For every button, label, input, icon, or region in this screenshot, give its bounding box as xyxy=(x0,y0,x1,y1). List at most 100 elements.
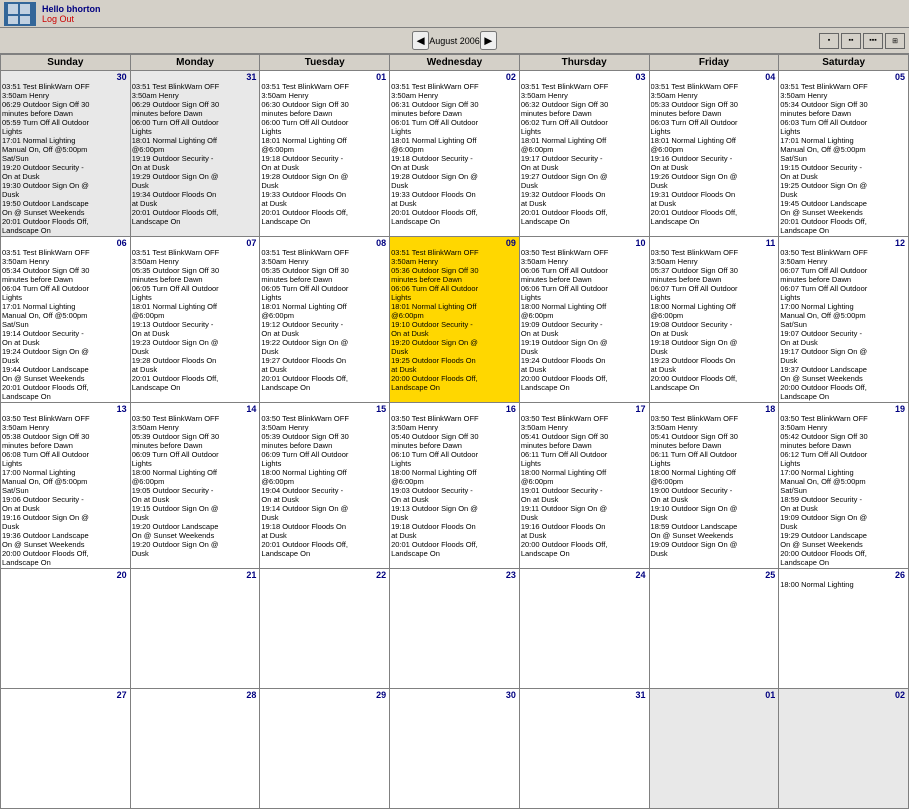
event-item: @6:00pm xyxy=(261,145,388,154)
calendar-cell[interactable]: 1503:50 Test BlinkWarn OFF3:50am Henry05… xyxy=(260,403,390,569)
event-item: at Dusk xyxy=(521,199,648,208)
event-item: 19:23 Outdoor Sign On @ xyxy=(132,338,259,347)
view-month-button[interactable]: ▪▪▪ xyxy=(863,33,883,49)
event-item: 19:24 Outdoor Sign On @ xyxy=(2,347,129,356)
event-item: Landscape On xyxy=(132,383,259,392)
calendar-cell[interactable]: 02 xyxy=(779,689,909,809)
calendar-cell[interactable]: 23 xyxy=(390,569,520,689)
event-item: On at Dusk xyxy=(391,495,518,504)
calendar-cell[interactable]: 31 xyxy=(519,689,649,809)
cell-date-number: 31 xyxy=(521,690,648,700)
event-item: On at Dusk xyxy=(651,329,778,338)
cell-events: 03:50 Test BlinkWarn OFF3:50am Henry05:3… xyxy=(261,414,388,558)
calendar-cell[interactable]: 21 xyxy=(130,569,260,689)
event-item: 18:01 Normal Lighting Off xyxy=(261,136,388,145)
calendar-cell[interactable]: 0203:51 Test BlinkWarn OFF3:50am Henry06… xyxy=(390,71,520,237)
event-item: Dusk xyxy=(2,522,129,531)
event-item: 19:13 Outdoor Sign On @ xyxy=(391,504,518,513)
event-item: 05:39 Outdoor Sign Off 30 xyxy=(261,432,388,441)
calendar-cell[interactable]: 01 xyxy=(649,689,779,809)
logout-link[interactable]: Log Out xyxy=(42,14,101,24)
calendar-cell[interactable]: 0803:51 Test BlinkWarn OFF3:50am Henry05… xyxy=(260,237,390,403)
calendar-cell[interactable]: 0503:51 Test BlinkWarn OFF3:50am Henry05… xyxy=(779,71,909,237)
calendar-cell[interactable]: 1003:50 Test BlinkWarn OFF3:50am Henry06… xyxy=(519,237,649,403)
event-item: 19:37 Outdoor Landscape xyxy=(780,365,907,374)
calendar-cell[interactable]: 1703:50 Test BlinkWarn OFF3:50am Henry05… xyxy=(519,403,649,569)
calendar-cell[interactable]: 3003:51 Test BlinkWarn OFF3:50am Henry06… xyxy=(1,71,131,237)
calendar-cell[interactable]: 1203:50 Test BlinkWarn OFF3:50am Henry06… xyxy=(779,237,909,403)
calendar-cell[interactable]: 27 xyxy=(1,689,131,809)
calendar-week-row: 3003:51 Test BlinkWarn OFF3:50am Henry06… xyxy=(1,71,909,237)
event-item: 3:50am Henry xyxy=(651,423,778,432)
event-item: Lights xyxy=(780,459,907,468)
event-item: 06:07 Turn Off All Outdoor xyxy=(651,284,778,293)
event-item: Lights xyxy=(651,127,778,136)
calendar-cell[interactable]: 0603:51 Test BlinkWarn OFF3:50am Henry05… xyxy=(1,237,131,403)
calendar-cell[interactable]: 1903:50 Test BlinkWarn OFF3:50am Henry05… xyxy=(779,403,909,569)
calendar-cell[interactable]: 1403:50 Test BlinkWarn OFF3:50am Henry05… xyxy=(130,403,260,569)
event-item: On at Dusk xyxy=(2,172,129,181)
event-item: On at Dusk xyxy=(261,163,388,172)
event-item: 06:08 Turn Off All Outdoor xyxy=(2,450,129,459)
view-day-button[interactable]: ▪ xyxy=(819,33,839,49)
calendar-cell[interactable]: 28 xyxy=(130,689,260,809)
calendar-cell[interactable]: 1103:50 Test BlinkWarn OFF3:50am Henry05… xyxy=(649,237,779,403)
calendar-cell[interactable]: 29 xyxy=(260,689,390,809)
calendar-cell[interactable]: 22 xyxy=(260,569,390,689)
event-item: Lights xyxy=(261,459,388,468)
calendar-cell[interactable]: 24 xyxy=(519,569,649,689)
event-item: On at Dusk xyxy=(521,329,648,338)
cell-events: 03:50 Test BlinkWarn OFF3:50am Henry05:3… xyxy=(132,414,259,558)
event-item: Sat/Sun xyxy=(780,154,907,163)
event-item: 3:50am Henry xyxy=(521,91,648,100)
event-item: 3:50am Henry xyxy=(2,423,129,432)
event-item: On at Dusk xyxy=(780,172,907,181)
event-item: 19:22 Outdoor Sign On @ xyxy=(261,338,388,347)
cell-events: 03:50 Test BlinkWarn OFF3:50am Henry05:3… xyxy=(651,248,778,392)
event-item: Lights xyxy=(132,293,259,302)
next-month-button[interactable]: ► xyxy=(480,31,497,50)
event-item: minutes before Dawn xyxy=(132,109,259,118)
calendar-cell[interactable]: 1803:50 Test BlinkWarn OFF3:50am Henry05… xyxy=(649,403,779,569)
day-header-sunday: Sunday xyxy=(1,55,131,71)
event-item: 19:20 Outdoor Landscape xyxy=(132,522,259,531)
event-item: 3:50am Henry xyxy=(132,257,259,266)
calendar-cell[interactable]: 0303:51 Test BlinkWarn OFF3:50am Henry06… xyxy=(519,71,649,237)
cell-date-number: 07 xyxy=(132,238,259,248)
event-item: at Dusk xyxy=(261,365,388,374)
calendar-cell[interactable]: 3103:51 Test BlinkWarn OFF3:50am Henry06… xyxy=(130,71,260,237)
event-item: Landscape On xyxy=(521,217,648,226)
calendar-cell[interactable]: 30 xyxy=(390,689,520,809)
event-item: 19:19 Outdoor Security - xyxy=(132,154,259,163)
event-item: @6:00pm xyxy=(521,477,648,486)
event-item: 20:00 Outdoor Floods Off, xyxy=(780,549,907,558)
view-week-button[interactable]: ▪▪ xyxy=(841,33,861,49)
calendar-cell[interactable]: 0103:51 Test BlinkWarn OFF3:50am Henry06… xyxy=(260,71,390,237)
event-item: 05:34 Outdoor Sign Off 30 xyxy=(780,100,907,109)
calendar-cell[interactable]: 1603:50 Test BlinkWarn OFF3:50am Henry05… xyxy=(390,403,520,569)
event-item: On at Dusk xyxy=(521,163,648,172)
view-year-button[interactable]: ⊞ xyxy=(885,33,905,49)
calendar-cell[interactable]: 2618:00 Normal Lighting xyxy=(779,569,909,689)
calendar-cell[interactable]: 1303:50 Test BlinkWarn OFF3:50am Henry05… xyxy=(1,403,131,569)
event-item: 03:50 Test BlinkWarn OFF xyxy=(261,414,388,423)
event-item: 20:01 Outdoor Floods Off, xyxy=(391,208,518,217)
event-item: minutes before Dawn xyxy=(521,275,648,284)
calendar-cell[interactable]: 0903:51 Test BlinkWarn OFF3:50am Henry05… xyxy=(390,237,520,403)
calendar-cell[interactable]: 20 xyxy=(1,569,131,689)
event-item: On at Dusk xyxy=(132,163,259,172)
cell-date-number: 30 xyxy=(391,690,518,700)
event-item: Dusk xyxy=(780,190,907,199)
event-item: Dusk xyxy=(651,549,778,558)
calendar-cell[interactable]: 0703:51 Test BlinkWarn OFF3:50am Henry05… xyxy=(130,237,260,403)
event-item: 19:12 Outdoor Security - xyxy=(261,320,388,329)
calendar-cell[interactable]: 0403:51 Test BlinkWarn OFF3:50am Henry05… xyxy=(649,71,779,237)
prev-month-button[interactable]: ◄ xyxy=(412,31,429,50)
event-item: Dusk xyxy=(132,347,259,356)
calendar-week-row: 1303:50 Test BlinkWarn OFF3:50am Henry05… xyxy=(1,403,909,569)
event-item: 03:50 Test BlinkWarn OFF xyxy=(521,248,648,257)
cell-date-number: 10 xyxy=(521,238,648,248)
cell-date-number: 01 xyxy=(651,690,778,700)
calendar-cell[interactable]: 25 xyxy=(649,569,779,689)
event-item: 19:15 Outdoor Sign On @ xyxy=(132,504,259,513)
